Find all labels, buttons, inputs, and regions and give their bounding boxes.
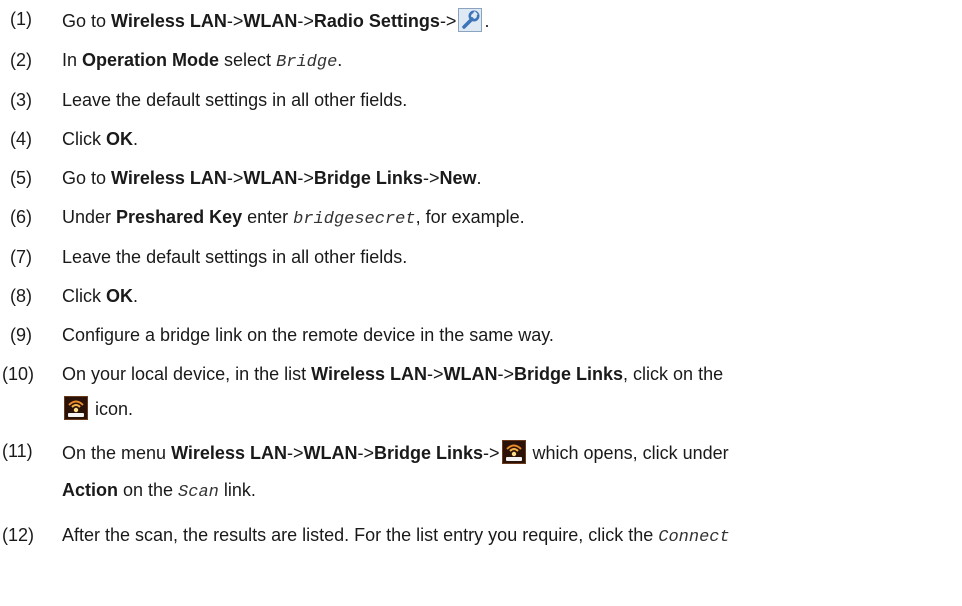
step-text: on the [118,480,179,500]
menu-path-bridge-links: Bridge Links [313,168,423,188]
menu-path-wireless-lan: Wireless LAN [111,11,227,31]
step-text: Under [62,207,117,227]
ok-label: OK [106,286,133,306]
menu-path-new: New [439,168,477,188]
menu-path-wireless-lan: Wireless LAN [311,364,427,384]
value-bridge: Bridge [276,53,338,72]
step-text: After the scan, the results are listed. … [62,525,659,545]
path-separator: -> [422,168,440,188]
step-text: Leave the default settings in all other … [62,90,408,110]
path-separator: -> [483,443,500,463]
step-text: On your local device, in the list [62,364,312,384]
path-separator: -> [357,443,374,463]
step-text: Click [62,286,106,306]
value-bridgesecret: bridgesecret [293,210,416,229]
menu-path-wireless-lan: Wireless LAN [171,443,287,463]
ok-label: OK [106,129,133,149]
step-number: (2) [10,50,32,70]
step-text: Go to [62,168,112,188]
path-separator: -> [297,168,314,188]
bridge-scan-icon [64,396,88,420]
step-text: , click on the [623,364,724,384]
path-separator: -> [226,11,244,31]
step-text: select [219,50,277,70]
step-text: which opens, click under [527,443,729,463]
step-text: Leave the default settings in all other … [62,247,408,267]
menu-path-bridge-links: Bridge Links [514,364,624,384]
step-number: (8) [10,286,32,306]
path-separator: -> [226,168,244,188]
menu-path-wlan: WLAN [243,168,298,188]
field-preshared-key: Preshared Key [116,207,243,227]
menu-path-wlan: WLAN [243,11,298,31]
path-separator: -> [427,364,444,384]
step-number: (11) [2,441,33,461]
column-action: Action [62,480,118,500]
menu-path-wlan: WLAN [303,443,358,463]
step-10-continued: icon. [62,396,133,420]
step-text: . [337,50,343,70]
step-text: . [476,168,482,188]
menu-path-bridge-links: Bridge Links [373,443,483,463]
step-number: (5) [10,168,32,188]
step-number: (3) [10,90,32,110]
step-text: On the menu [62,443,172,463]
step-text: , for example. [415,207,525,227]
instruction-steps: (1) Go to Wireless LAN->WLAN->Radio Sett… [0,0,962,606]
step-text: . [484,11,490,31]
step-text: Configure a bridge link on the remote de… [62,325,554,345]
step-number: (1) [10,9,32,29]
step-number: (4) [10,129,32,149]
path-separator: -> [297,11,314,31]
path-separator: -> [286,443,304,463]
step-number: (10) [2,364,35,384]
step-text: link. [218,480,256,500]
step-number: (7) [10,247,32,267]
step-text: . [133,286,139,306]
step-text: icon. [90,399,134,419]
path-separator: -> [497,364,515,384]
step-text: In [62,50,83,70]
field-operation-mode: Operation Mode [82,50,220,70]
step-11-continued: Action on the Scan link. [62,479,256,504]
wrench-settings-icon [458,8,483,32]
step-number: (6) [10,207,32,227]
step-text: Go to [62,11,112,31]
menu-path-wireless-lan: Wireless LAN [111,168,227,188]
connect-link: Connect [658,528,730,547]
path-separator: -> [439,11,457,31]
scan-link: Scan [178,483,219,502]
step-number: (12) [2,525,35,545]
step-text: . [133,129,139,149]
menu-path-radio-settings: Radio Settings [313,11,440,31]
step-number: (9) [10,325,32,345]
bridge-scan-icon [501,440,526,464]
step-text: enter [242,207,294,227]
menu-path-wlan: WLAN [443,364,498,384]
step-text: Click [62,129,106,149]
